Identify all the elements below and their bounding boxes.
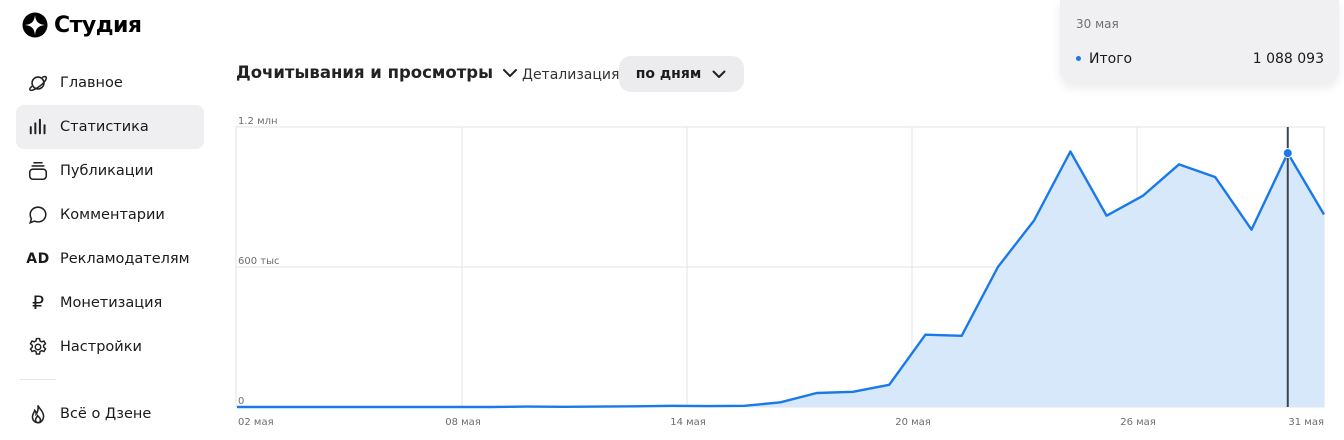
series-marker [1076, 56, 1081, 61]
x-tick-label: 20 мая [895, 417, 931, 428]
x-tick-label: 08 мая [445, 417, 481, 428]
y-tick-label: 600 тыс [238, 256, 279, 267]
chart-tooltip: 30 мая Итого 1 088 093 [1060, 0, 1339, 84]
highlight-point[interactable] [1282, 148, 1293, 159]
x-tick-label: 14 мая [670, 417, 706, 428]
y-tick-label: 1.2 млн [238, 116, 278, 127]
x-tick-label: 02 мая [238, 417, 274, 428]
series-area [237, 151, 1324, 407]
x-tick-label: 26 мая [1120, 417, 1156, 428]
tooltip-series-name: Итого [1089, 51, 1133, 67]
tooltip-value: 1 088 093 [1252, 51, 1324, 67]
tooltip-date: 30 мая [1076, 17, 1119, 31]
y-tick-label: 0 [238, 396, 244, 407]
x-tick-label: 31 мая [1288, 417, 1324, 428]
